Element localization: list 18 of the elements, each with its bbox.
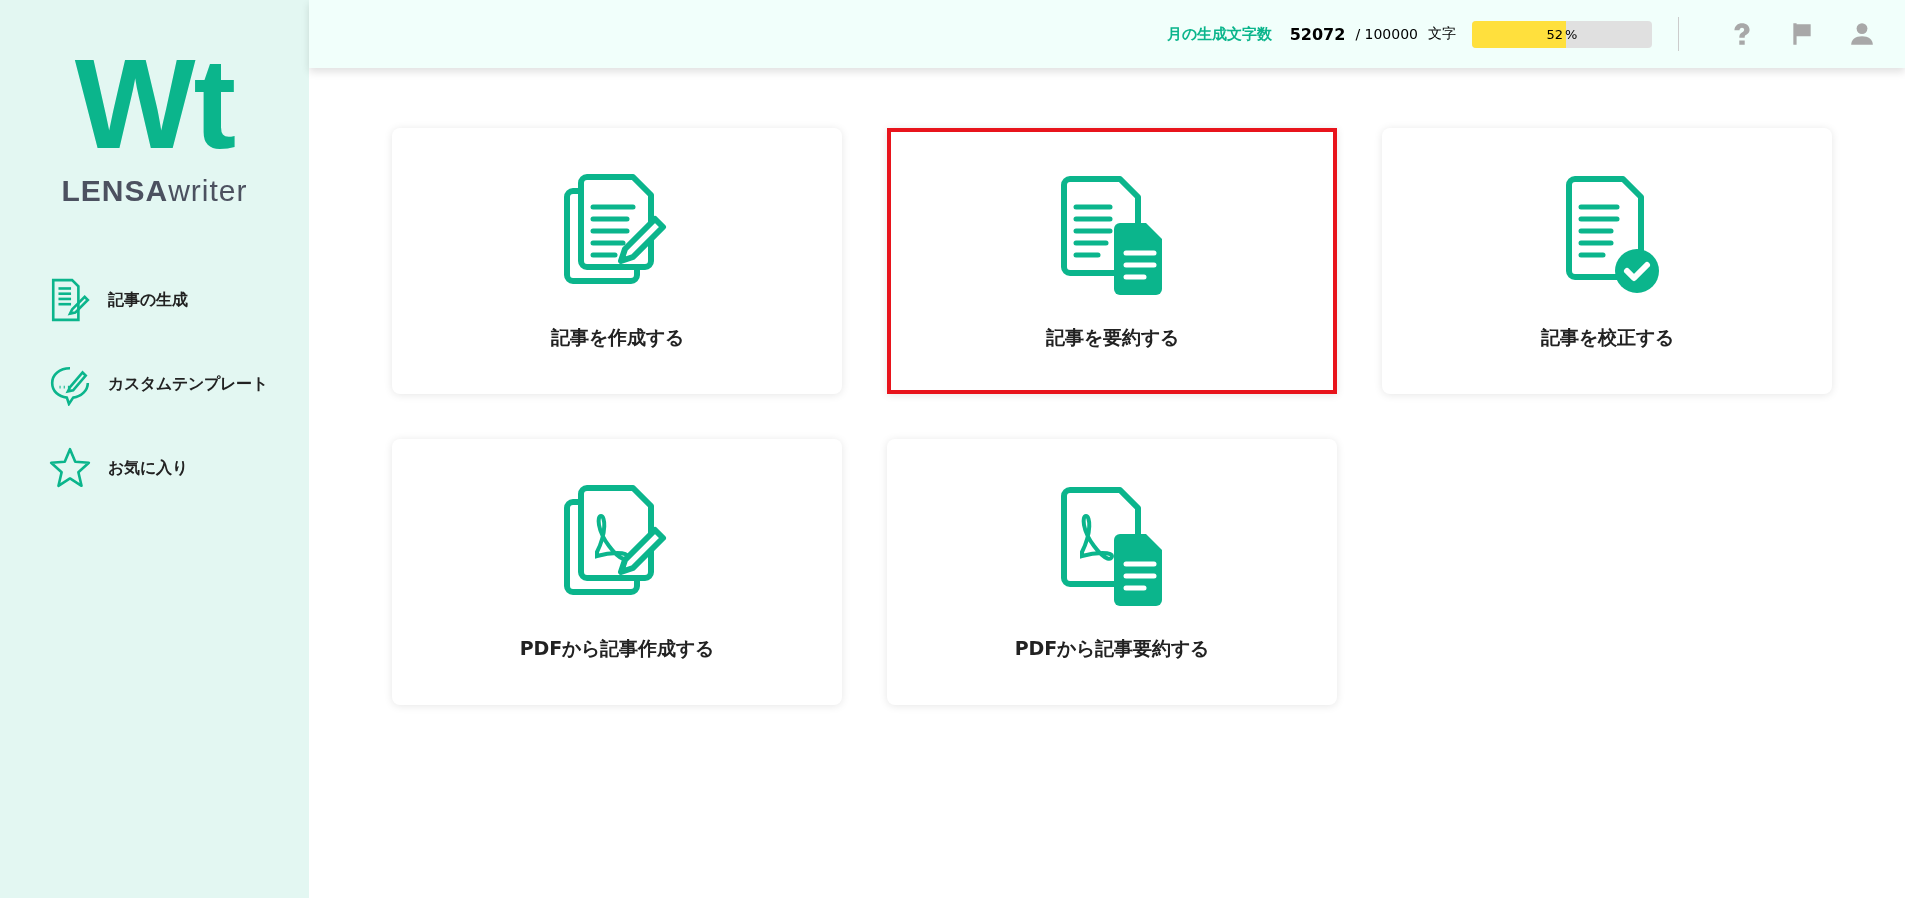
card-label: 記事を校正する [1540, 325, 1674, 350]
card-label: PDFから記事作成する [519, 636, 715, 661]
logo-mark: Wt [73, 40, 236, 168]
usage-limit: / 100000 [1355, 26, 1418, 42]
used-count: 52072 [1289, 24, 1346, 44]
card-label: 記事を要約する [1045, 325, 1179, 350]
sidebar-item[interactable]: カスタムテンプレート [48, 362, 268, 406]
progress-value: 52 [1546, 26, 1564, 42]
usage-unit: 文字 [1428, 25, 1456, 43]
card-label: 記事を作成する [550, 325, 684, 350]
brand-name: LENSAwriter [61, 174, 248, 208]
star-icon [48, 446, 92, 490]
user-icon[interactable] [1849, 21, 1875, 47]
usage-label: 月の生成文字数 [1166, 24, 1272, 44]
card-label: PDFから記事要約する [1014, 636, 1210, 661]
sidebar-item[interactable]: お気に入り [48, 446, 268, 490]
feature-card[interactable]: 記事を要約する [887, 128, 1337, 394]
sidebar-item[interactable]: 記事の生成 [48, 278, 268, 322]
